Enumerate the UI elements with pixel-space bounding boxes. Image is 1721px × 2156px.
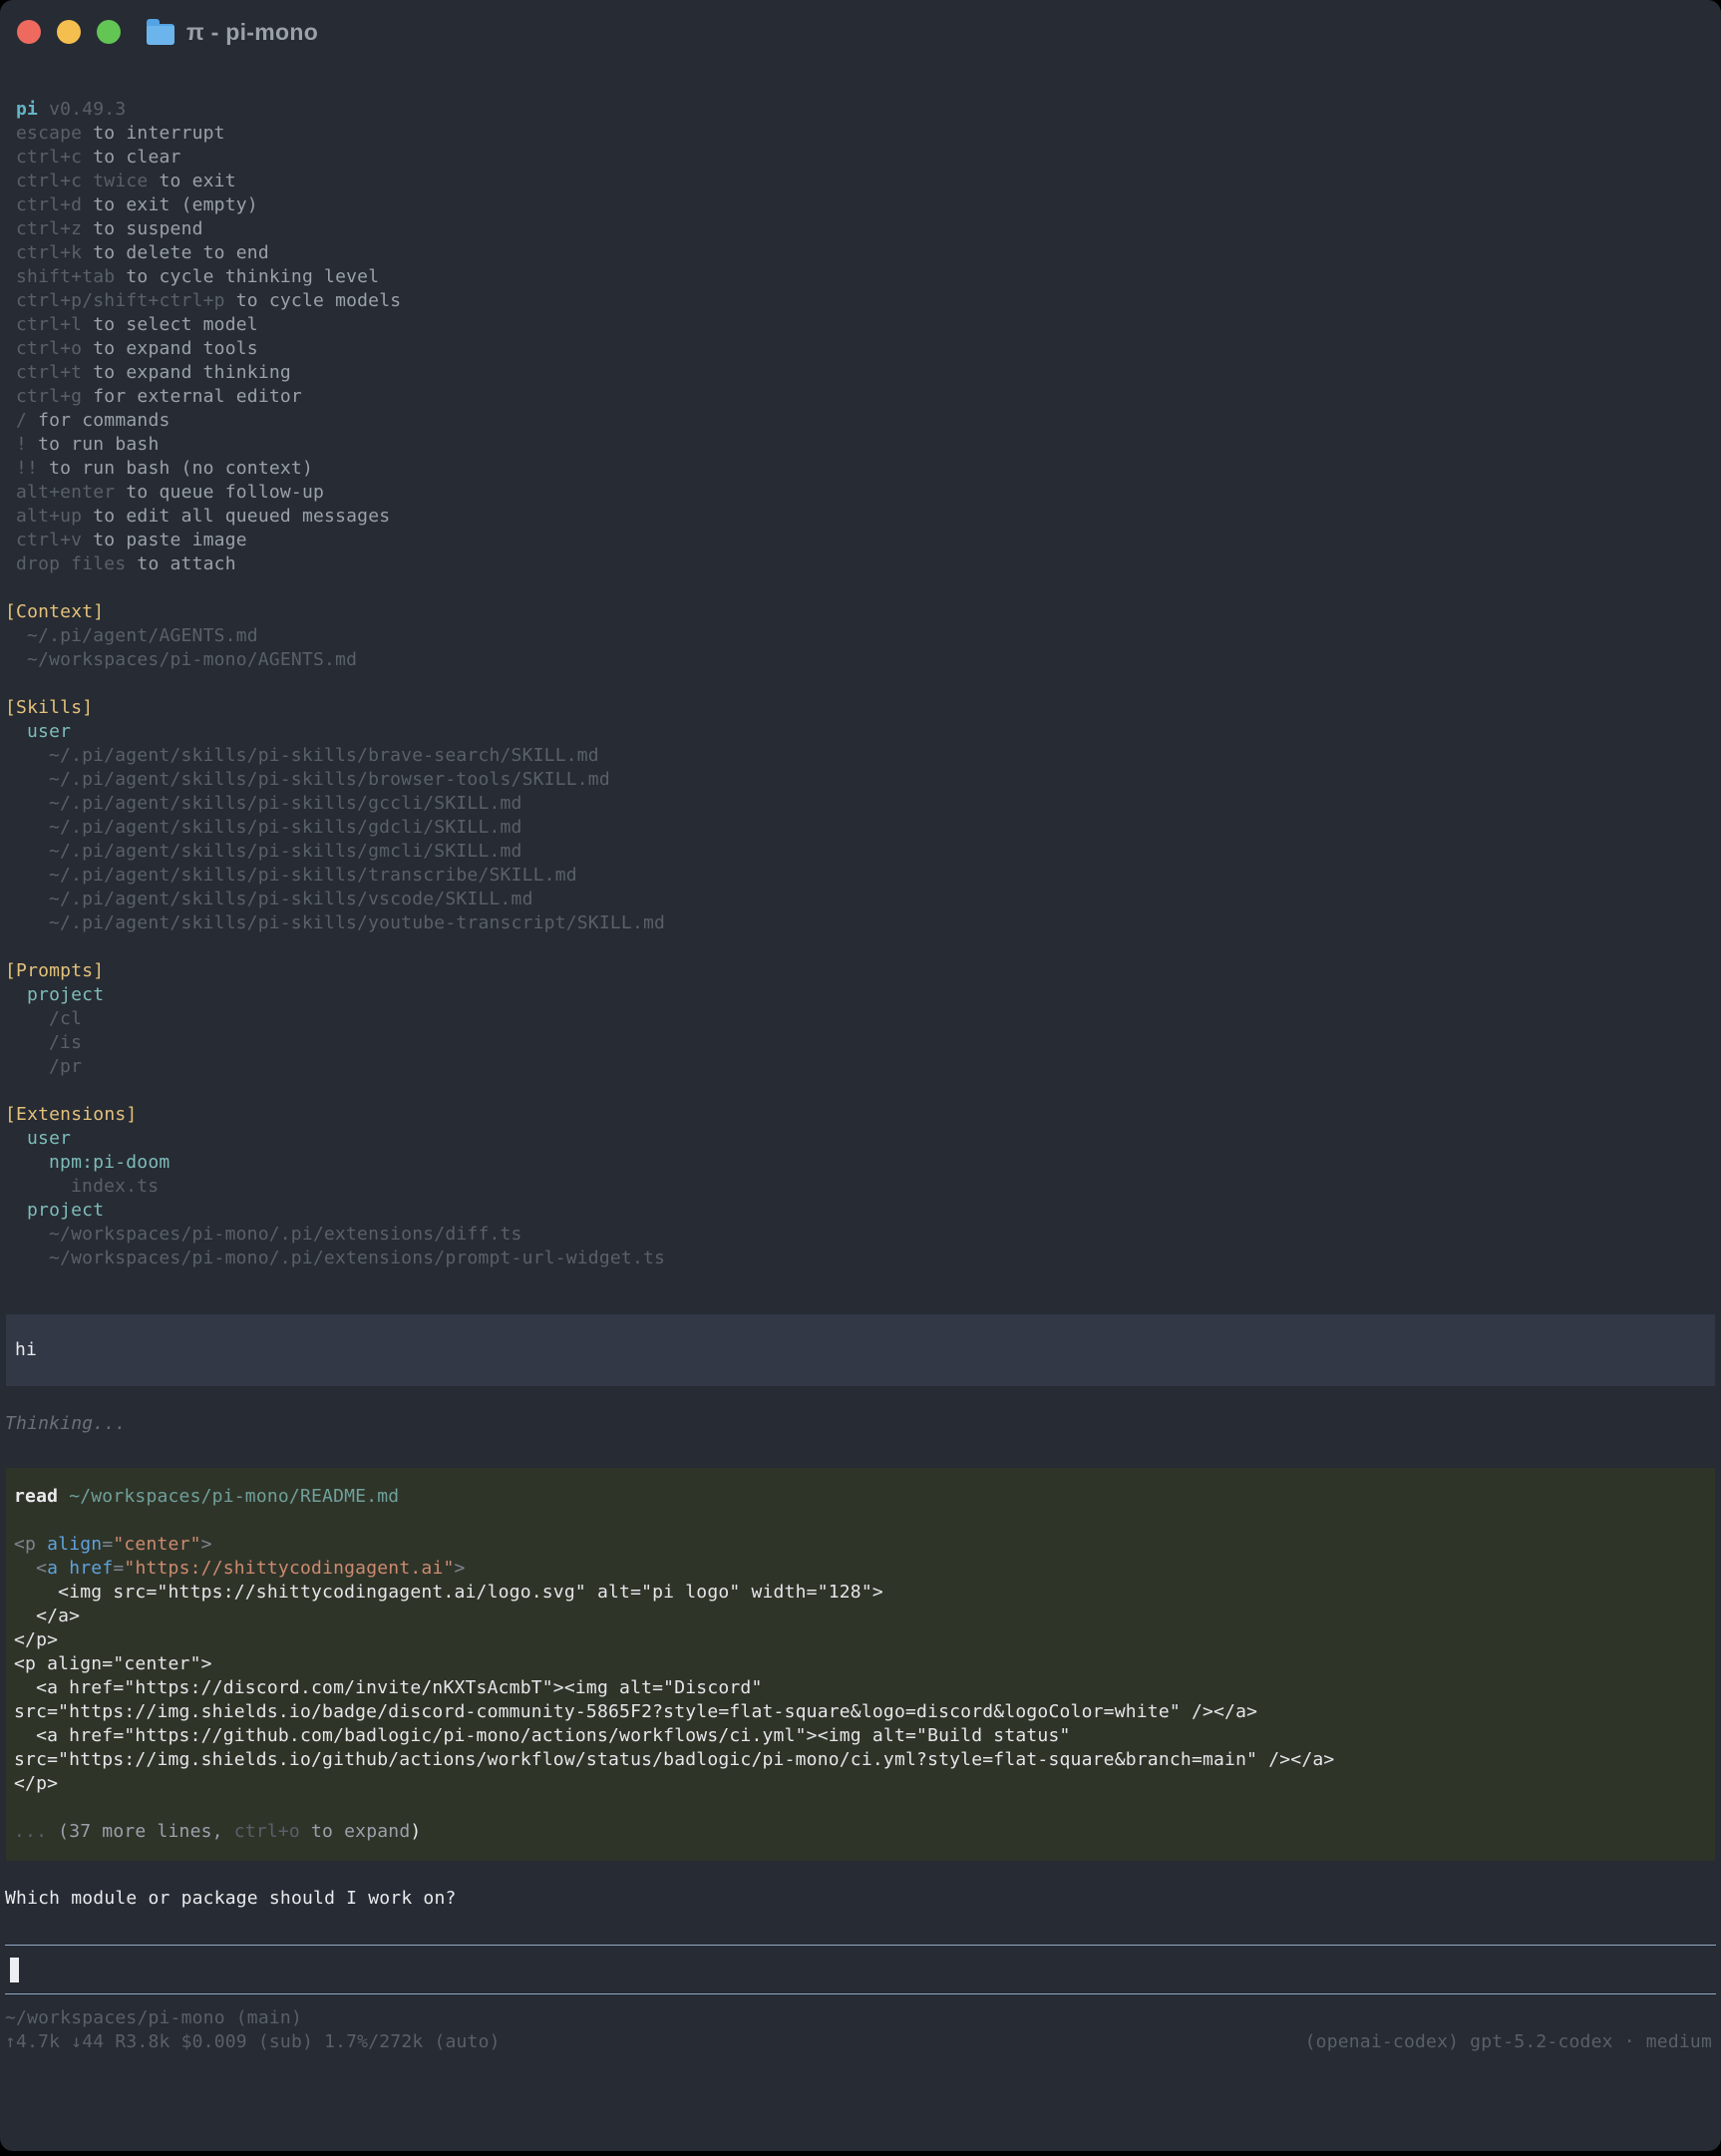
skill-path: ~/.pi/agent/skills/pi-skills/gccli/SKILL… [0, 792, 1721, 816]
skill-path: ~/.pi/agent/skills/pi-skills/browser-too… [0, 768, 1721, 792]
shortcut-line: !! to run bash (no context) [0, 457, 1721, 481]
code-line: <p align="center"> [6, 1652, 1715, 1676]
prompts-header: [Prompts] [0, 959, 1721, 983]
shortcut-line: / for commands [0, 409, 1721, 433]
prompts-scope: project [0, 983, 1721, 1007]
title-group: π - pi-mono [147, 19, 318, 46]
prompts-section: [Prompts] project /cl /is /pr [0, 959, 1721, 1079]
skills-scope: user [0, 720, 1721, 744]
code-line: <a href="https://github.com/badlogic/pi-… [6, 1724, 1715, 1748]
thinking-indicator: Thinking... [0, 1412, 1721, 1436]
titlebar: π - pi-mono [0, 0, 1721, 64]
skill-path: ~/.pi/agent/skills/pi-skills/youtube-tra… [0, 911, 1721, 935]
input-cursor [10, 1958, 19, 1982]
shortcut-line: ctrl+o to expand tools [0, 337, 1721, 361]
blank-line [6, 1796, 1715, 1820]
shortcut-line: ctrl+z to suspend [0, 217, 1721, 241]
traffic-lights [0, 20, 121, 44]
shortcut-line: shift+tab to cycle thinking level [0, 265, 1721, 289]
shortcut-line: ctrl+v to paste image [0, 529, 1721, 552]
shortcut-line: drop files to attach [0, 552, 1721, 576]
code-line: <a href="https://shittycodingagent.ai"> [6, 1557, 1715, 1581]
terminal-window: π - pi-mono pi v0.49.3 escape to interru… [0, 0, 1721, 2151]
shortcut-line: ctrl+d to exit (empty) [0, 193, 1721, 217]
extension-path: ~/workspaces/pi-mono/.pi/extensions/diff… [0, 1223, 1721, 1247]
status-bar: ~/workspaces/pi-mono (main) ↑4.7k ↓44 R3… [0, 2006, 1721, 2054]
code-line: src="https://img.shields.io/github/actio… [6, 1748, 1715, 1772]
read-tool-output: read ~/workspaces/pi-mono/README.md <p a… [6, 1468, 1715, 1861]
tool-arg: ~/workspaces/pi-mono/README.md [58, 1486, 399, 1507]
startup-banner: pi v0.49.3 escape to interrupt ctrl+c to… [0, 98, 1721, 576]
context-header: [Context] [0, 600, 1721, 624]
version-line: pi v0.49.3 [0, 98, 1721, 122]
shortcut-line: ctrl+l to select model [0, 313, 1721, 337]
assistant-message: Which module or package should I work on… [0, 1887, 1721, 1911]
maximize-button[interactable] [97, 20, 121, 44]
extension-path: ~/workspaces/pi-mono/.pi/extensions/prom… [0, 1247, 1721, 1270]
code-line: </a> [6, 1605, 1715, 1628]
extension-npm: npm:pi-doom [0, 1151, 1721, 1175]
prompt-item: /is [0, 1031, 1721, 1055]
skill-path: ~/.pi/agent/skills/pi-skills/vscode/SKIL… [0, 888, 1721, 911]
extensions-project-scope: project [0, 1199, 1721, 1223]
status-line-2: ↑4.7k ↓44 R3.8k $0.009 (sub) 1.7%/272k (… [0, 2030, 1721, 2054]
context-section: [Context] ~/.pi/agent/AGENTS.md ~/worksp… [0, 600, 1721, 672]
skills-section: [Skills] user ~/.pi/agent/skills/pi-skil… [0, 696, 1721, 935]
extensions-section: [Extensions] user npm:pi-doom index.ts p… [0, 1103, 1721, 1270]
shortcut-line: alt+enter to queue follow-up [0, 481, 1721, 505]
shortcut-line: ctrl+c twice to exit [0, 170, 1721, 193]
blank-line [6, 1509, 1715, 1533]
app-name: pi [16, 99, 38, 120]
folder-icon [147, 24, 174, 45]
extension-npm-file: index.ts [0, 1175, 1721, 1199]
window-title: π - pi-mono [186, 19, 318, 46]
model-info: (openai-codex) gpt-5.2-codex · medium [1305, 2030, 1712, 2054]
code-line: <img src="https://shittycodingagent.ai/l… [6, 1581, 1715, 1605]
context-path: ~/workspaces/pi-mono/AGENTS.md [0, 648, 1721, 672]
tool-call-header: read ~/workspaces/pi-mono/README.md [6, 1485, 1715, 1509]
skill-path: ~/.pi/agent/skills/pi-skills/gmcli/SKILL… [0, 840, 1721, 864]
close-button[interactable] [17, 20, 41, 44]
context-path: ~/.pi/agent/AGENTS.md [0, 624, 1721, 648]
shortcut-line: ctrl+c to clear [0, 146, 1721, 170]
extensions-header: [Extensions] [0, 1103, 1721, 1127]
shortcut-line: ctrl+g for external editor [0, 385, 1721, 409]
minimize-button[interactable] [57, 20, 81, 44]
prompt-item: /pr [0, 1055, 1721, 1079]
code-line: </p> [6, 1772, 1715, 1796]
user-message-text: hi [6, 1338, 1715, 1362]
user-message: hi [6, 1314, 1715, 1386]
skill-path: ~/.pi/agent/skills/pi-skills/gdcli/SKILL… [0, 816, 1721, 840]
shortcut-line: ctrl+p/shift+ctrl+p to cycle models [0, 289, 1721, 313]
extensions-user-scope: user [0, 1127, 1721, 1151]
shortcut-line: escape to interrupt [0, 122, 1721, 146]
code-line: </p> [6, 1628, 1715, 1652]
shortcut-line: ctrl+k to delete to end [0, 241, 1721, 265]
shortcut-line: ! to run bash [0, 433, 1721, 457]
skill-path: ~/.pi/agent/skills/pi-skills/transcribe/… [0, 864, 1721, 888]
skills-header: [Skills] [0, 696, 1721, 720]
token-usage: ↑4.7k ↓44 R3.8k $0.009 (sub) 1.7%/272k (… [5, 2030, 501, 2054]
shortcut-line: ctrl+t to expand thinking [0, 361, 1721, 385]
prompt-input[interactable] [5, 1945, 1716, 1994]
skill-path: ~/.pi/agent/skills/pi-skills/brave-searc… [0, 744, 1721, 768]
prompt-item: /cl [0, 1007, 1721, 1031]
code-line: <a href="https://discord.com/invite/nKXT… [6, 1676, 1715, 1700]
cwd-status: ~/workspaces/pi-mono (main) [0, 2006, 1721, 2030]
code-line: src="https://img.shields.io/badge/discor… [6, 1700, 1715, 1724]
terminal-content: pi v0.49.3 escape to interrupt ctrl+c to… [0, 64, 1721, 2054]
code-line: <p align="center"> [6, 1533, 1715, 1557]
shortcut-line: alt+up to edit all queued messages [0, 505, 1721, 529]
app-version: v0.49.3 [38, 99, 126, 120]
truncation-note: ... (37 more lines, ctrl+o to expand) [6, 1820, 1715, 1844]
tool-name: read [14, 1486, 58, 1507]
